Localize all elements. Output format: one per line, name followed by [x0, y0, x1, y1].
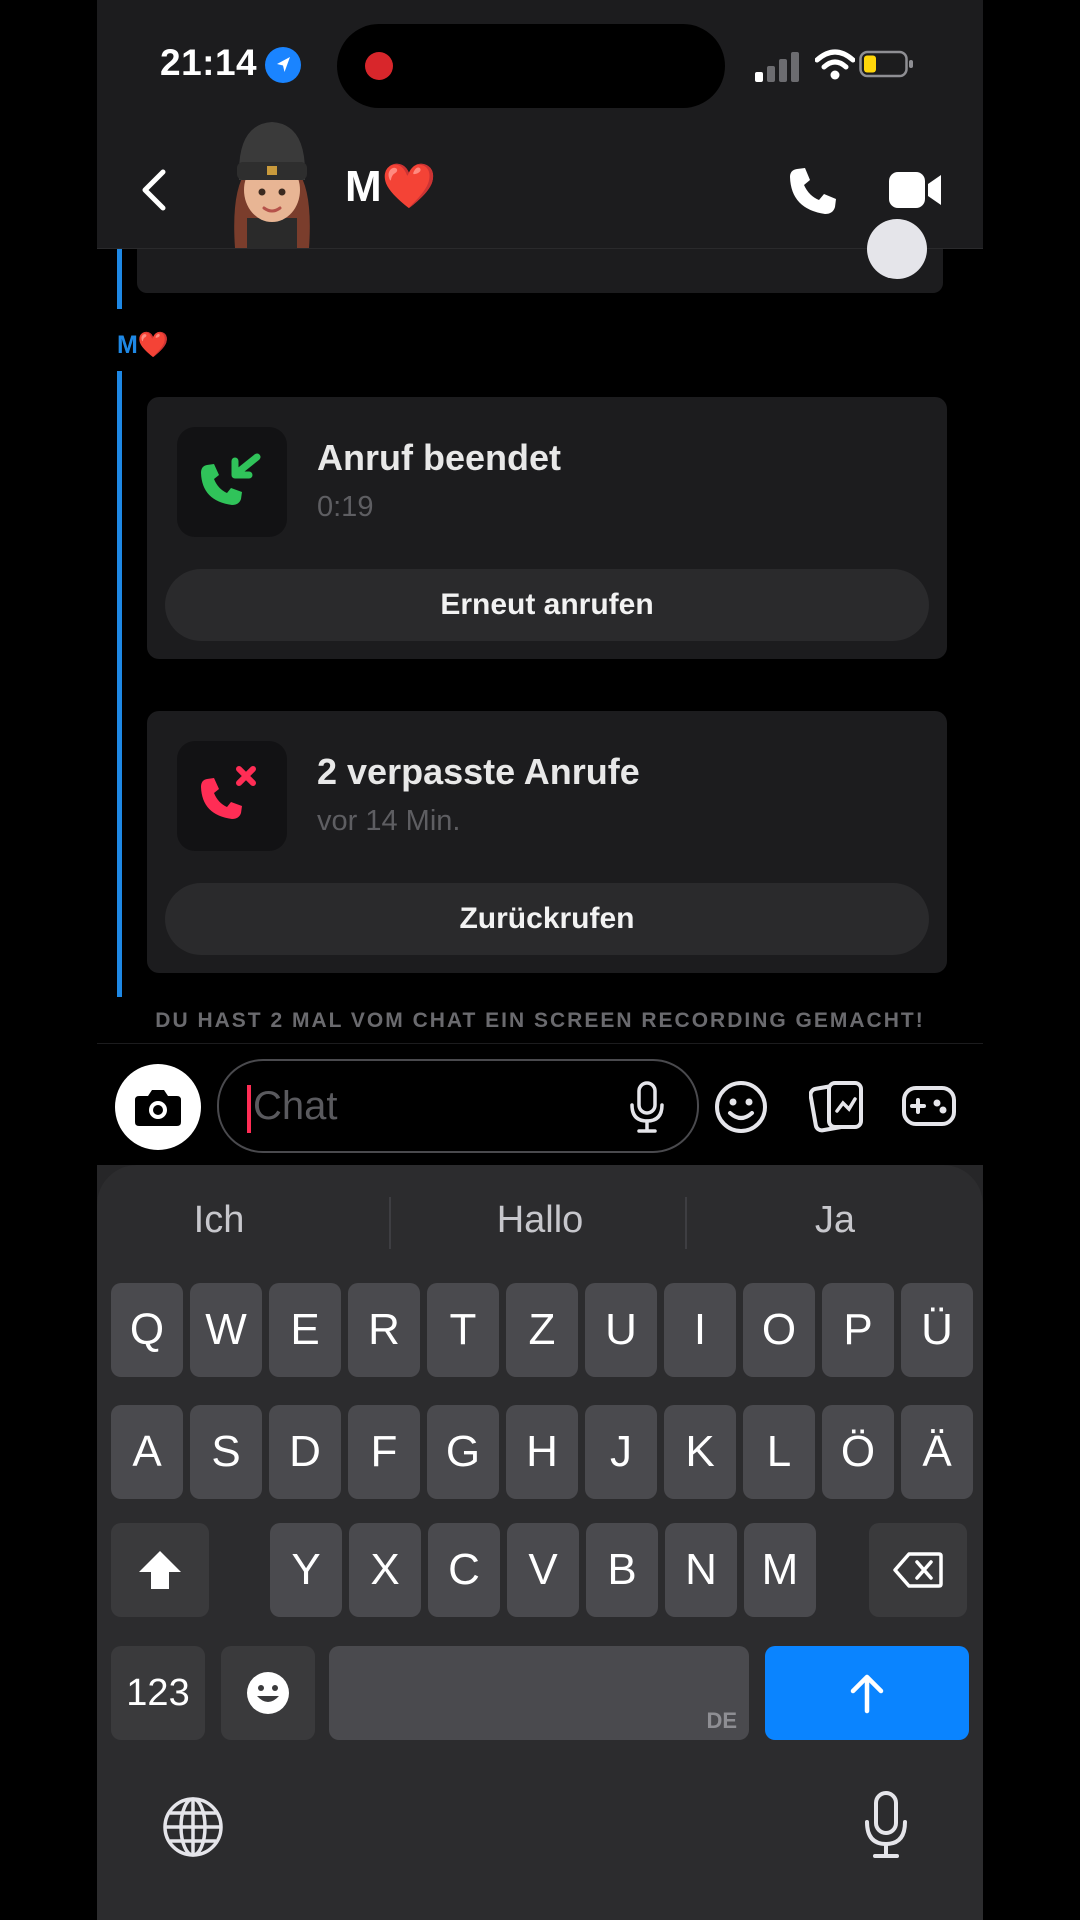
key-ä[interactable]: Ä	[901, 1405, 973, 1499]
phone-screen: 21:14 M❤️ M❤️ Anruf beendet 0:19 Erneut …	[97, 0, 983, 1920]
call-ended-card: Anruf beendet 0:19 Erneut anrufen	[147, 397, 947, 659]
key-ö[interactable]: Ö	[822, 1405, 894, 1499]
key-ü[interactable]: Ü	[901, 1283, 973, 1377]
send-key[interactable]	[765, 1646, 969, 1740]
chat-header: M❤️	[97, 122, 983, 249]
key-i[interactable]: I	[664, 1283, 736, 1377]
cellular-signal-icon	[755, 50, 803, 82]
chat-input-field[interactable]	[217, 1059, 699, 1153]
key-f[interactable]: F	[348, 1405, 420, 1499]
location-icon	[265, 47, 301, 83]
incoming-call-icon	[177, 427, 287, 537]
key-n[interactable]: N	[665, 1523, 737, 1617]
keyboard: Ich Hallo Ja QWERTZUIOPÜ ASDFGHJKLÖÄ YXC…	[97, 1165, 983, 1920]
key-p[interactable]: P	[822, 1283, 894, 1377]
key-d[interactable]: D	[269, 1405, 341, 1499]
key-b[interactable]: B	[586, 1523, 658, 1617]
shift-key[interactable]	[111, 1523, 209, 1617]
avatar[interactable]	[217, 110, 327, 248]
sticker-icon[interactable]	[808, 1077, 865, 1135]
back-button[interactable]	[135, 168, 175, 212]
thread-line	[117, 249, 122, 309]
key-x[interactable]: X	[349, 1523, 421, 1617]
recording-indicator-icon	[365, 52, 393, 80]
key-q[interactable]: Q	[111, 1283, 183, 1377]
chat-input[interactable]	[251, 1083, 615, 1130]
key-u[interactable]: U	[585, 1283, 657, 1377]
video-call-button[interactable]	[887, 168, 943, 212]
key-t[interactable]: T	[427, 1283, 499, 1377]
key-l[interactable]: L	[743, 1405, 815, 1499]
suggestion-divider	[685, 1197, 687, 1249]
call-again-button[interactable]: Erneut anrufen	[165, 569, 929, 641]
call-back-button[interactable]: Zurückrufen	[165, 883, 929, 955]
key-w[interactable]: W	[190, 1283, 262, 1377]
key-k[interactable]: K	[664, 1405, 736, 1499]
key-y[interactable]: Y	[270, 1523, 342, 1617]
globe-icon[interactable]	[161, 1795, 225, 1859]
key-h[interactable]: H	[506, 1405, 578, 1499]
thread-line	[117, 371, 122, 997]
key-c[interactable]: C	[428, 1523, 500, 1617]
emoji-icon[interactable]	[713, 1079, 769, 1135]
backspace-key[interactable]	[869, 1523, 967, 1617]
camera-button[interactable]	[115, 1064, 201, 1150]
space-key[interactable]: DE	[329, 1646, 749, 1740]
dictation-microphone-icon[interactable]	[861, 1790, 911, 1860]
key-o[interactable]: O	[743, 1283, 815, 1377]
missed-calls-card: 2 verpasste Anrufe vor 14 Min. Zurückruf…	[147, 711, 947, 973]
emoji-keyboard-icon[interactable]	[221, 1646, 315, 1740]
key-v[interactable]: V	[507, 1523, 579, 1617]
contact-name[interactable]: M❤️	[345, 160, 436, 212]
missed-call-time: vor 14 Min.	[317, 805, 461, 837]
key-m[interactable]: M	[744, 1523, 816, 1617]
previous-message-card	[137, 249, 943, 293]
suggestion-3[interactable]: Ja	[695, 1199, 975, 1242]
sender-name: M❤️	[117, 331, 169, 359]
key-z[interactable]: Z	[506, 1283, 578, 1377]
chat-area[interactable]: M❤️ Anruf beendet 0:19 Erneut anrufen 2 …	[97, 219, 983, 1043]
missed-call-icon	[177, 741, 287, 851]
suggestion-1[interactable]: Ich	[97, 1199, 359, 1242]
previous-message-avatar	[867, 219, 927, 279]
numbers-key[interactable]: 123	[111, 1646, 205, 1740]
input-bar	[97, 1043, 983, 1166]
key-r[interactable]: R	[348, 1283, 420, 1377]
key-e[interactable]: E	[269, 1283, 341, 1377]
card-title: Anruf beendet	[317, 437, 562, 478]
call-duration: 0:19	[317, 491, 374, 523]
microphone-icon[interactable]	[627, 1081, 667, 1133]
key-g[interactable]: G	[427, 1405, 499, 1499]
card-title: 2 verpasste Anrufe	[317, 751, 640, 792]
status-time: 21:14	[160, 42, 258, 83]
key-s[interactable]: S	[190, 1405, 262, 1499]
battery-icon	[859, 48, 915, 80]
keyboard-language-label: DE	[706, 1708, 737, 1733]
suggestion-divider	[389, 1197, 391, 1249]
voice-call-button[interactable]	[787, 165, 839, 217]
dynamic-island	[337, 24, 725, 108]
key-a[interactable]: A	[111, 1405, 183, 1499]
suggestion-2[interactable]: Hallo	[400, 1199, 680, 1242]
key-j[interactable]: J	[585, 1405, 657, 1499]
wifi-icon	[814, 48, 856, 82]
screen-recording-notice: DU HAST 2 MAL VOM CHAT EIN SCREEN RECORD…	[155, 1009, 925, 1032]
games-icon[interactable]	[901, 1080, 957, 1132]
